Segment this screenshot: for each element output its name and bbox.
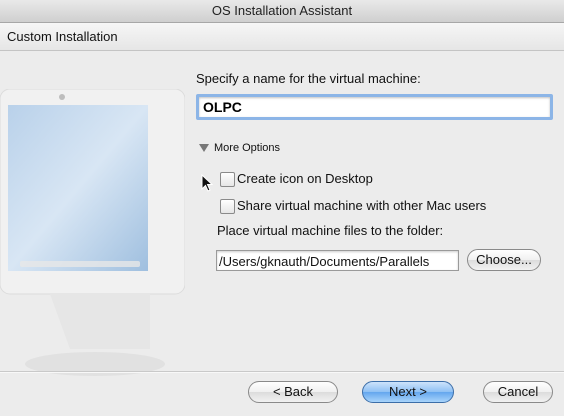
folder-label: Place virtual machine files to the folde… — [217, 223, 444, 238]
title-bar[interactable]: OS Installation Assistant — [0, 0, 564, 23]
choose-folder-button[interactable]: Choose... — [467, 249, 541, 271]
vm-name-input[interactable] — [196, 94, 553, 120]
folder-path-field[interactable]: /Users/gknauth/Documents/Parallels — [216, 250, 459, 271]
mouse-pointer-icon — [201, 174, 214, 192]
camera-dot — [59, 94, 65, 100]
create-icon-checkbox[interactable] — [220, 172, 235, 187]
disclosure-triangle-icon[interactable] — [199, 144, 209, 152]
vm-name-label: Specify a name for the virtual machine: — [196, 71, 421, 86]
next-button[interactable]: Next > — [362, 381, 454, 403]
share-vm-checkbox[interactable] — [220, 199, 235, 214]
content-area: Specify a name for the virtual machine: … — [0, 51, 564, 376]
footer-divider-highlight — [0, 372, 564, 373]
create-icon-label[interactable]: Create icon on Desktop — [237, 171, 373, 186]
window-title: OS Installation Assistant — [211, 3, 353, 18]
more-options-label[interactable]: More Options — [214, 142, 280, 154]
section-header: Custom Installation — [0, 23, 564, 51]
back-button[interactable]: < Back — [248, 381, 338, 403]
section-title: Custom Installation — [7, 29, 118, 44]
installation-assistant-window: OS Installation Assistant Custom Install… — [0, 0, 564, 416]
cancel-button[interactable]: Cancel — [483, 381, 553, 403]
share-vm-label[interactable]: Share virtual machine with other Mac use… — [237, 198, 486, 213]
computer-illustration — [0, 89, 185, 376]
